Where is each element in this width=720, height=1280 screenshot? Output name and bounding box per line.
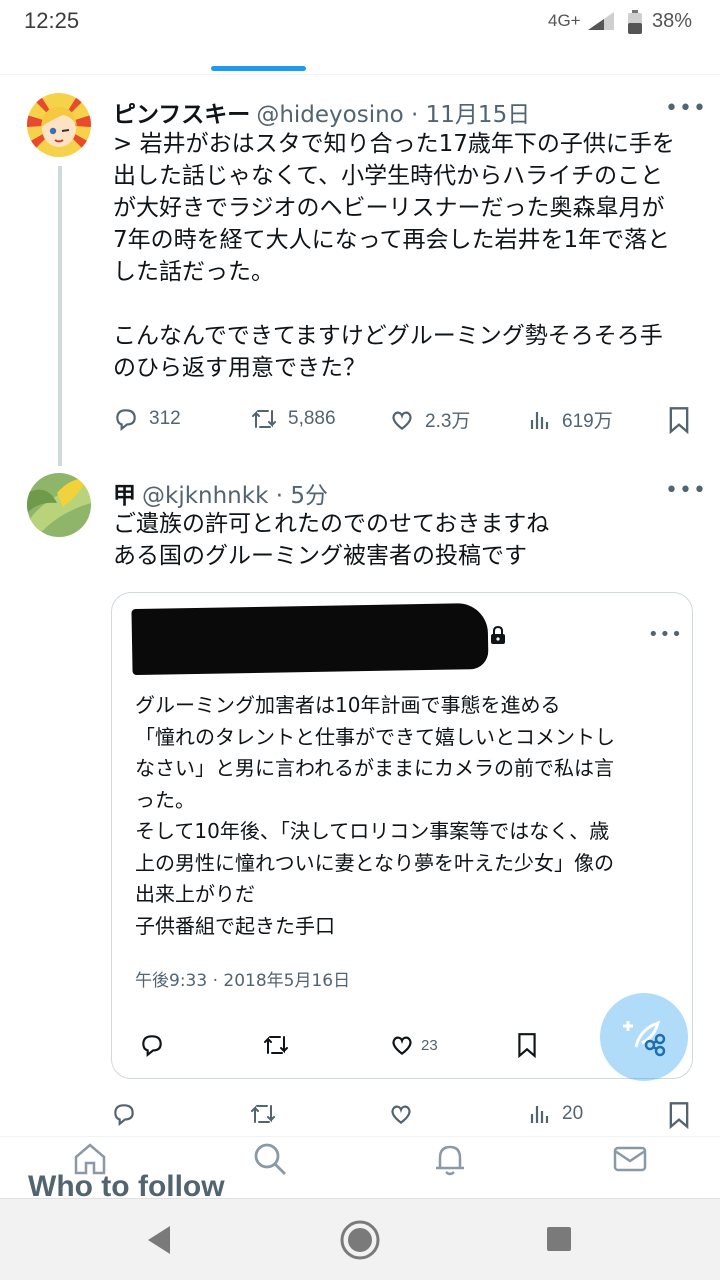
reply-icon [142, 1035, 162, 1058]
avatar[interactable] [27, 93, 91, 157]
back-icon[interactable] [144, 1223, 174, 1257]
home-button-icon[interactable] [339, 1219, 381, 1261]
compose-button[interactable] [600, 993, 688, 1081]
retweet-icon [251, 1105, 275, 1123]
reply-icon [114, 1104, 134, 1127]
like-icon [392, 411, 412, 430]
retweet-button[interactable] [262, 1032, 290, 1058]
bookmark-button[interactable] [667, 1101, 691, 1129]
like-icon [392, 1036, 412, 1056]
retweet-icon [264, 1036, 288, 1054]
views-button[interactable]: 619万 [528, 406, 613, 433]
recents-icon[interactable] [546, 1226, 572, 1252]
status-time: 12:25 [24, 8, 80, 33]
bookmark-button[interactable] [516, 1032, 538, 1058]
signal-icon [588, 12, 614, 30]
battery-percent: 38% [652, 10, 693, 32]
tab-indicator [211, 66, 306, 71]
thread-line [58, 166, 62, 466]
bell-icon[interactable] [432, 1141, 468, 1177]
network-type: 4G+ [548, 11, 581, 30]
more-icon[interactable]: ••• [665, 478, 707, 503]
reply-icon [116, 409, 136, 432]
display-name[interactable]: ピンフスキー [113, 102, 250, 128]
quoted-text: グルーミング加害者は10年計画で事態を進める 「憧れのタレントと仕事ができて嬉し… [135, 693, 615, 938]
like-icon [391, 1105, 411, 1125]
reply-button[interactable]: 312 [113, 406, 181, 432]
reply-count: 312 [149, 408, 181, 429]
tweet-header: 甲 @kjknhnkk · 5分 [113, 476, 328, 510]
reply-button[interactable] [139, 1032, 165, 1058]
like-button[interactable]: 2.3万 [389, 406, 470, 433]
views-button[interactable]: 20 [528, 1101, 583, 1127]
views-icon [530, 411, 549, 429]
display-name[interactable]: 甲 [113, 483, 136, 509]
bookmark-icon [518, 1033, 536, 1058]
mail-icon[interactable] [612, 1141, 648, 1177]
retweet-button[interactable]: 5,886 [250, 406, 336, 432]
handle-and-date[interactable]: @hideyosino · 11月15日 [256, 102, 530, 128]
status-bar: 12:25 4G+ 38% [0, 0, 720, 44]
views-icon [530, 1106, 549, 1123]
tweet-text: > 岩井がおはスタで知り合った17歳年下の子供に手を 出した話じゃなくて、小学生… [113, 131, 675, 381]
bookmark-icon [669, 1102, 689, 1129]
bookmark-icon [669, 407, 689, 434]
more-icon[interactable]: ••• [648, 624, 683, 645]
views-count: 20 [562, 1103, 584, 1124]
search-icon[interactable] [252, 1141, 288, 1177]
handle-and-date[interactable]: @kjknhnkk · 5分 [142, 483, 328, 509]
system-nav-bar [0, 1198, 720, 1280]
retweet-icon [252, 410, 276, 428]
like-count: 2.3万 [425, 411, 471, 432]
tweet-text: ご遺族の許可とれたのでのせておきますね ある国のグルーミング被害者の投稿です [113, 511, 550, 569]
views-count: 619万 [562, 411, 613, 432]
tweet-header: ピンフスキー @hideyosino · 11月15日 [113, 95, 530, 129]
retweet-button[interactable] [249, 1101, 277, 1127]
reply-button[interactable] [111, 1101, 137, 1127]
retweet-count: 5,886 [288, 408, 336, 429]
battery-icon [628, 10, 642, 34]
like-button[interactable] [388, 1101, 414, 1127]
avatar[interactable] [27, 473, 91, 537]
quoted-date: 午後9:33 · 2018年5月16日 [135, 971, 351, 991]
like-button[interactable]: 23 [389, 1032, 438, 1058]
divider [0, 74, 720, 75]
bookmark-button[interactable] [667, 406, 691, 434]
more-icon[interactable]: ••• [665, 96, 707, 121]
compose-icon [623, 1020, 666, 1057]
like-count: 23 [421, 1036, 438, 1054]
lock-icon [491, 626, 505, 644]
redacted-author [131, 602, 489, 676]
